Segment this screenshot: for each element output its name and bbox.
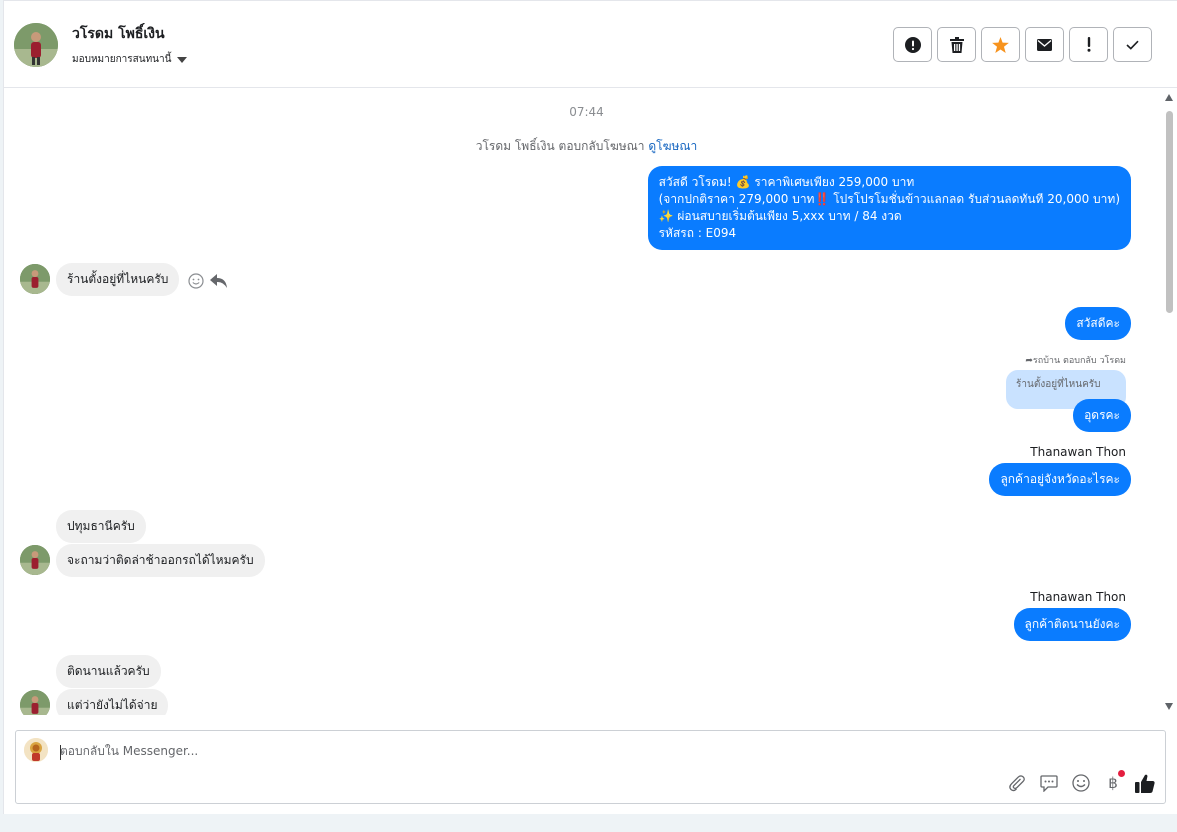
text-cursor bbox=[60, 745, 61, 760]
paperclip-icon bbox=[1009, 775, 1025, 792]
conversation-toolbar bbox=[893, 27, 1152, 62]
attach-button[interactable] bbox=[1007, 773, 1027, 793]
payment-button[interactable]: ฿ bbox=[1103, 770, 1125, 793]
ad-reply-notice: วโรดม โพธิ์เงิน ตอบกลับโฆษณา ดูโฆษณา bbox=[4, 137, 1161, 156]
mark-done-button[interactable] bbox=[1113, 27, 1152, 62]
sender-name: Thanawan Thon bbox=[1030, 590, 1126, 604]
sender-avatar[interactable] bbox=[20, 545, 50, 575]
reply-meta: ➦รถบ้าน ตอบกลับ วโรดม bbox=[1025, 353, 1126, 367]
message-line: สวัสดี วโรดม! 💰 ราคาพิเศษเพียง 259,000 บ… bbox=[658, 175, 915, 189]
view-ad-link[interactable]: ดูโฆษณา bbox=[648, 139, 697, 153]
message-line: รหัสรถ : E094 bbox=[658, 226, 737, 240]
message-actions bbox=[188, 273, 228, 289]
contact-avatar[interactable] bbox=[14, 23, 58, 67]
star-button[interactable] bbox=[981, 27, 1020, 62]
thumbs-up-icon bbox=[1135, 774, 1155, 793]
assign-label: มอบหมายการสนทนานี้ bbox=[72, 54, 172, 65]
page-avatar bbox=[24, 738, 48, 762]
message-line: (จากปกติราคา 279,000 บาท‼️ โปรโปรโมชั่นข… bbox=[658, 192, 1120, 206]
caret-down-icon bbox=[177, 56, 188, 63]
important-button[interactable] bbox=[1069, 27, 1108, 62]
emoji-button[interactable] bbox=[1071, 773, 1091, 793]
envelope-icon bbox=[1037, 38, 1052, 51]
message-bubble-incoming[interactable]: ร้านตั้งอยู่ที่ไหนครับ bbox=[56, 263, 180, 296]
message-bubble-incoming[interactable]: ปทุมธานีครับ bbox=[56, 510, 146, 543]
reply-icon[interactable] bbox=[210, 273, 228, 289]
reply-arrow-icon: ➦ bbox=[1025, 356, 1033, 366]
saved-replies-button[interactable] bbox=[1039, 773, 1059, 793]
scroll-up-arrow-icon[interactable] bbox=[1165, 94, 1173, 101]
composer-toolbar: ฿ bbox=[1007, 770, 1155, 793]
exclamation-icon bbox=[1087, 37, 1090, 52]
message-input[interactable] bbox=[60, 744, 660, 758]
message-composer: ฿ bbox=[15, 730, 1166, 804]
star-icon bbox=[992, 36, 1009, 53]
message-thread[interactable]: 07:44 วโรดม โพธิ์เงิน ตอบกลับโฆษณา ดูโฆษ… bbox=[4, 89, 1161, 715]
message-bubble-outgoing[interactable]: อุดรคะ bbox=[1073, 399, 1131, 432]
sender-avatar[interactable] bbox=[20, 264, 50, 294]
baht-icon: ฿ bbox=[1108, 774, 1118, 792]
message-bubble-outgoing[interactable]: สวัสดีคะ bbox=[1065, 307, 1131, 340]
message-bubble-outgoing[interactable]: ลูกค้าอยู่จังหวัดอะไรคะ bbox=[989, 463, 1131, 496]
message-line: ✨ ผ่อนสบายเริ่มต้นเพียง 5,xxx บาท / 84 ง… bbox=[658, 209, 902, 223]
assign-conversation-dropdown[interactable]: มอบหมายการสนทนานี้ bbox=[72, 52, 188, 67]
scroll-down-arrow-icon[interactable] bbox=[1165, 703, 1173, 710]
emoji-react-icon[interactable] bbox=[188, 273, 204, 289]
message-bubble-incoming[interactable]: ติดนานแล้วครับ bbox=[56, 655, 161, 688]
notification-dot bbox=[1118, 770, 1125, 777]
sender-name: Thanawan Thon bbox=[1030, 445, 1126, 459]
chat-scrollbar[interactable] bbox=[1161, 89, 1177, 715]
contact-name[interactable]: วโรดม โพธิ์เงิน bbox=[72, 23, 165, 45]
message-bubble-incoming[interactable]: แต่ว่ายังไม่ได้จ่าย bbox=[56, 689, 169, 715]
alert-circle-icon bbox=[904, 36, 921, 53]
delete-button[interactable] bbox=[937, 27, 976, 62]
message-timestamp: 07:44 bbox=[569, 105, 604, 119]
conversation-window: วโรดม โพธิ์เงิน มอบหมายการสนทนานี้ 07:44… bbox=[3, 0, 1177, 814]
checkmark-icon bbox=[1126, 40, 1139, 50]
message-bubble-outgoing[interactable]: ลูกค้าติดนานยังคะ bbox=[1013, 608, 1131, 641]
sender-avatar[interactable] bbox=[20, 690, 50, 715]
mark-unread-button[interactable] bbox=[1025, 27, 1064, 62]
trash-icon bbox=[949, 36, 964, 53]
like-button[interactable] bbox=[1135, 773, 1155, 793]
message-bubble-incoming[interactable]: จะถามว่าติดล่าช้าออกรถได้ไหมครับ bbox=[56, 544, 265, 577]
conversation-header: วโรดม โพธิ์เงิน มอบหมายการสนทนานี้ bbox=[4, 1, 1177, 88]
chat-bubble-icon bbox=[1040, 774, 1058, 792]
emoji-icon bbox=[1072, 774, 1090, 792]
message-bubble-outgoing[interactable]: สวัสดี วโรดม! 💰 ราคาพิเศษเพียง 259,000 บ… bbox=[647, 166, 1131, 250]
scroll-thumb[interactable] bbox=[1166, 111, 1173, 313]
mark-spam-button[interactable] bbox=[893, 27, 932, 62]
reply-meta-text: รถบ้าน ตอบกลับ วโรดม bbox=[1032, 356, 1126, 366]
ad-reply-text: วโรดม โพธิ์เงิน ตอบกลับโฆษณา bbox=[475, 139, 645, 153]
